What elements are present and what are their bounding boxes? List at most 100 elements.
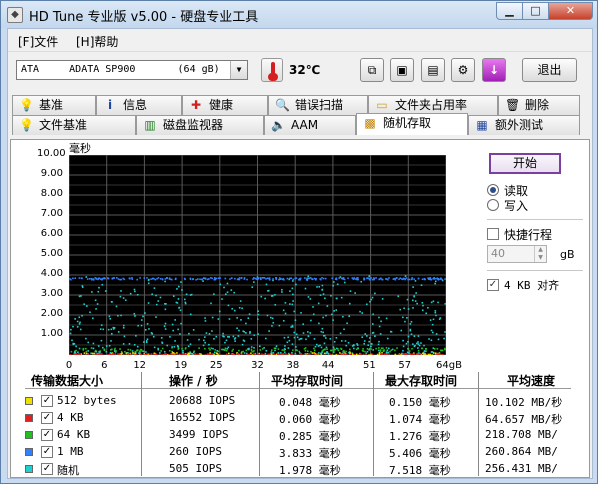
close-button[interactable]: ✕: [548, 2, 593, 20]
data-point: [217, 318, 220, 320]
fast-test-checkbox[interactable]: [487, 228, 499, 240]
data-point: [225, 353, 228, 355]
data-point: [298, 338, 301, 341]
data-point: [440, 349, 443, 352]
data-point: [87, 341, 89, 344]
data-point: [418, 344, 421, 347]
tab-aam[interactable]: 🔈 AAM: [264, 115, 356, 135]
data-point: [312, 306, 314, 308]
data-point: [362, 353, 365, 356]
data-point: [294, 319, 297, 322]
data-point: [307, 331, 309, 333]
menu-help[interactable]: [H]帮助: [76, 33, 118, 50]
tab-error-scan[interactable]: 🔍 错误扫描: [268, 95, 368, 115]
data-point: [431, 323, 434, 326]
data-point: [397, 295, 400, 298]
data-point: [238, 329, 240, 332]
fast-test-size-input[interactable]: 40 ▲ ▼: [487, 245, 547, 263]
data-point: [195, 278, 197, 281]
data-point: [429, 353, 432, 356]
write-radio[interactable]: [487, 199, 499, 211]
data-point: [360, 280, 363, 283]
data-point: [165, 353, 168, 355]
tab-benchmark[interactable]: 💡 基准: [12, 95, 96, 115]
tab-erase[interactable]: 🗑 删除: [498, 95, 580, 115]
data-point: [321, 288, 324, 291]
data-point: [339, 332, 342, 335]
exit-button[interactable]: 退出: [522, 58, 577, 82]
drive-select[interactable]: ATA ADATA SP900 (64 gB) ▼: [16, 60, 248, 80]
series-checkbox[interactable]: ✓: [41, 463, 53, 475]
data-point: [209, 349, 211, 351]
data-point: [362, 347, 364, 350]
data-point: [174, 353, 176, 356]
data-point: [263, 277, 266, 279]
title-bar[interactable]: ◆ HD Tune 专业版 v5.00 - 硬盘专业工具 ▁ □ ✕: [1, 1, 597, 28]
series-checkbox[interactable]: ✓: [41, 446, 53, 458]
series-checkbox[interactable]: ✓: [41, 412, 53, 424]
cell-ops: 20688 IOPS: [169, 394, 236, 407]
data-point: [204, 354, 207, 356]
data-point: [177, 346, 179, 348]
data-point: [176, 302, 179, 304]
tab-random-access[interactable]: ▩ 随机存取: [356, 113, 468, 135]
y-tick-label: 7.00: [40, 208, 63, 219]
data-point: [369, 300, 371, 303]
align-4kb-checkbox[interactable]: ✓: [487, 279, 499, 291]
menu-file[interactable]: [F]文件: [18, 33, 58, 50]
read-radio[interactable]: [487, 184, 499, 196]
series-checkbox[interactable]: ✓: [41, 429, 53, 441]
data-point: [267, 289, 270, 292]
data-point: [100, 324, 103, 326]
data-point: [324, 297, 326, 300]
data-point: [429, 319, 432, 321]
download-button[interactable]: ↓: [482, 58, 506, 82]
data-point: [271, 317, 274, 320]
data-point: [120, 314, 122, 317]
data-point: [74, 277, 77, 280]
save-button[interactable]: ▤: [421, 58, 445, 82]
tab-file-benchmark[interactable]: 💡 文件基准: [12, 115, 136, 135]
chevron-down-icon[interactable]: ▼: [230, 61, 247, 79]
maximize-button[interactable]: □: [522, 2, 549, 20]
data-point: [156, 277, 158, 280]
data-point: [336, 297, 338, 300]
data-point: [340, 340, 343, 342]
data-point: [145, 341, 148, 344]
data-point: [308, 353, 311, 355]
data-point: [78, 347, 81, 350]
data-point: [302, 323, 304, 325]
data-point: [376, 353, 379, 356]
copy-image-button[interactable]: ▣: [390, 58, 414, 82]
minimize-button[interactable]: ▁: [496, 2, 523, 20]
data-point: [371, 278, 374, 281]
data-point: [430, 301, 433, 304]
tab-folder-usage[interactable]: ▭ 文件夹占用率: [368, 95, 498, 115]
data-point: [122, 324, 125, 327]
fast-test-unit: gB: [560, 248, 575, 261]
data-point: [200, 278, 203, 281]
data-point: [378, 325, 381, 328]
tab-extra-tests[interactable]: ▦ 额外测试: [468, 115, 580, 135]
data-point: [291, 351, 293, 354]
series-color-swatch: [25, 414, 33, 422]
data-point: [91, 278, 93, 281]
data-point: [421, 347, 423, 350]
data-point: [318, 322, 320, 325]
copy-text-button[interactable]: ⧉: [360, 58, 384, 82]
spin-arrows-icon[interactable]: ▲ ▼: [534, 246, 546, 262]
options-button[interactable]: ⚙: [451, 58, 475, 82]
data-point: [313, 347, 315, 350]
data-point: [263, 347, 265, 349]
bar-chart-icon: ▥: [144, 118, 156, 132]
data-point: [335, 277, 338, 280]
tab-info[interactable]: i 信息: [96, 95, 182, 115]
tab-health[interactable]: ✚ 健康: [182, 95, 268, 115]
tab-disk-monitor[interactable]: ▥ 磁盘监视器: [136, 115, 264, 135]
data-point: [274, 294, 276, 296]
data-point: [234, 277, 236, 280]
data-point: [131, 277, 133, 279]
series-checkbox[interactable]: ✓: [41, 395, 53, 407]
data-point: [79, 328, 82, 331]
start-button[interactable]: 开始: [489, 153, 561, 174]
